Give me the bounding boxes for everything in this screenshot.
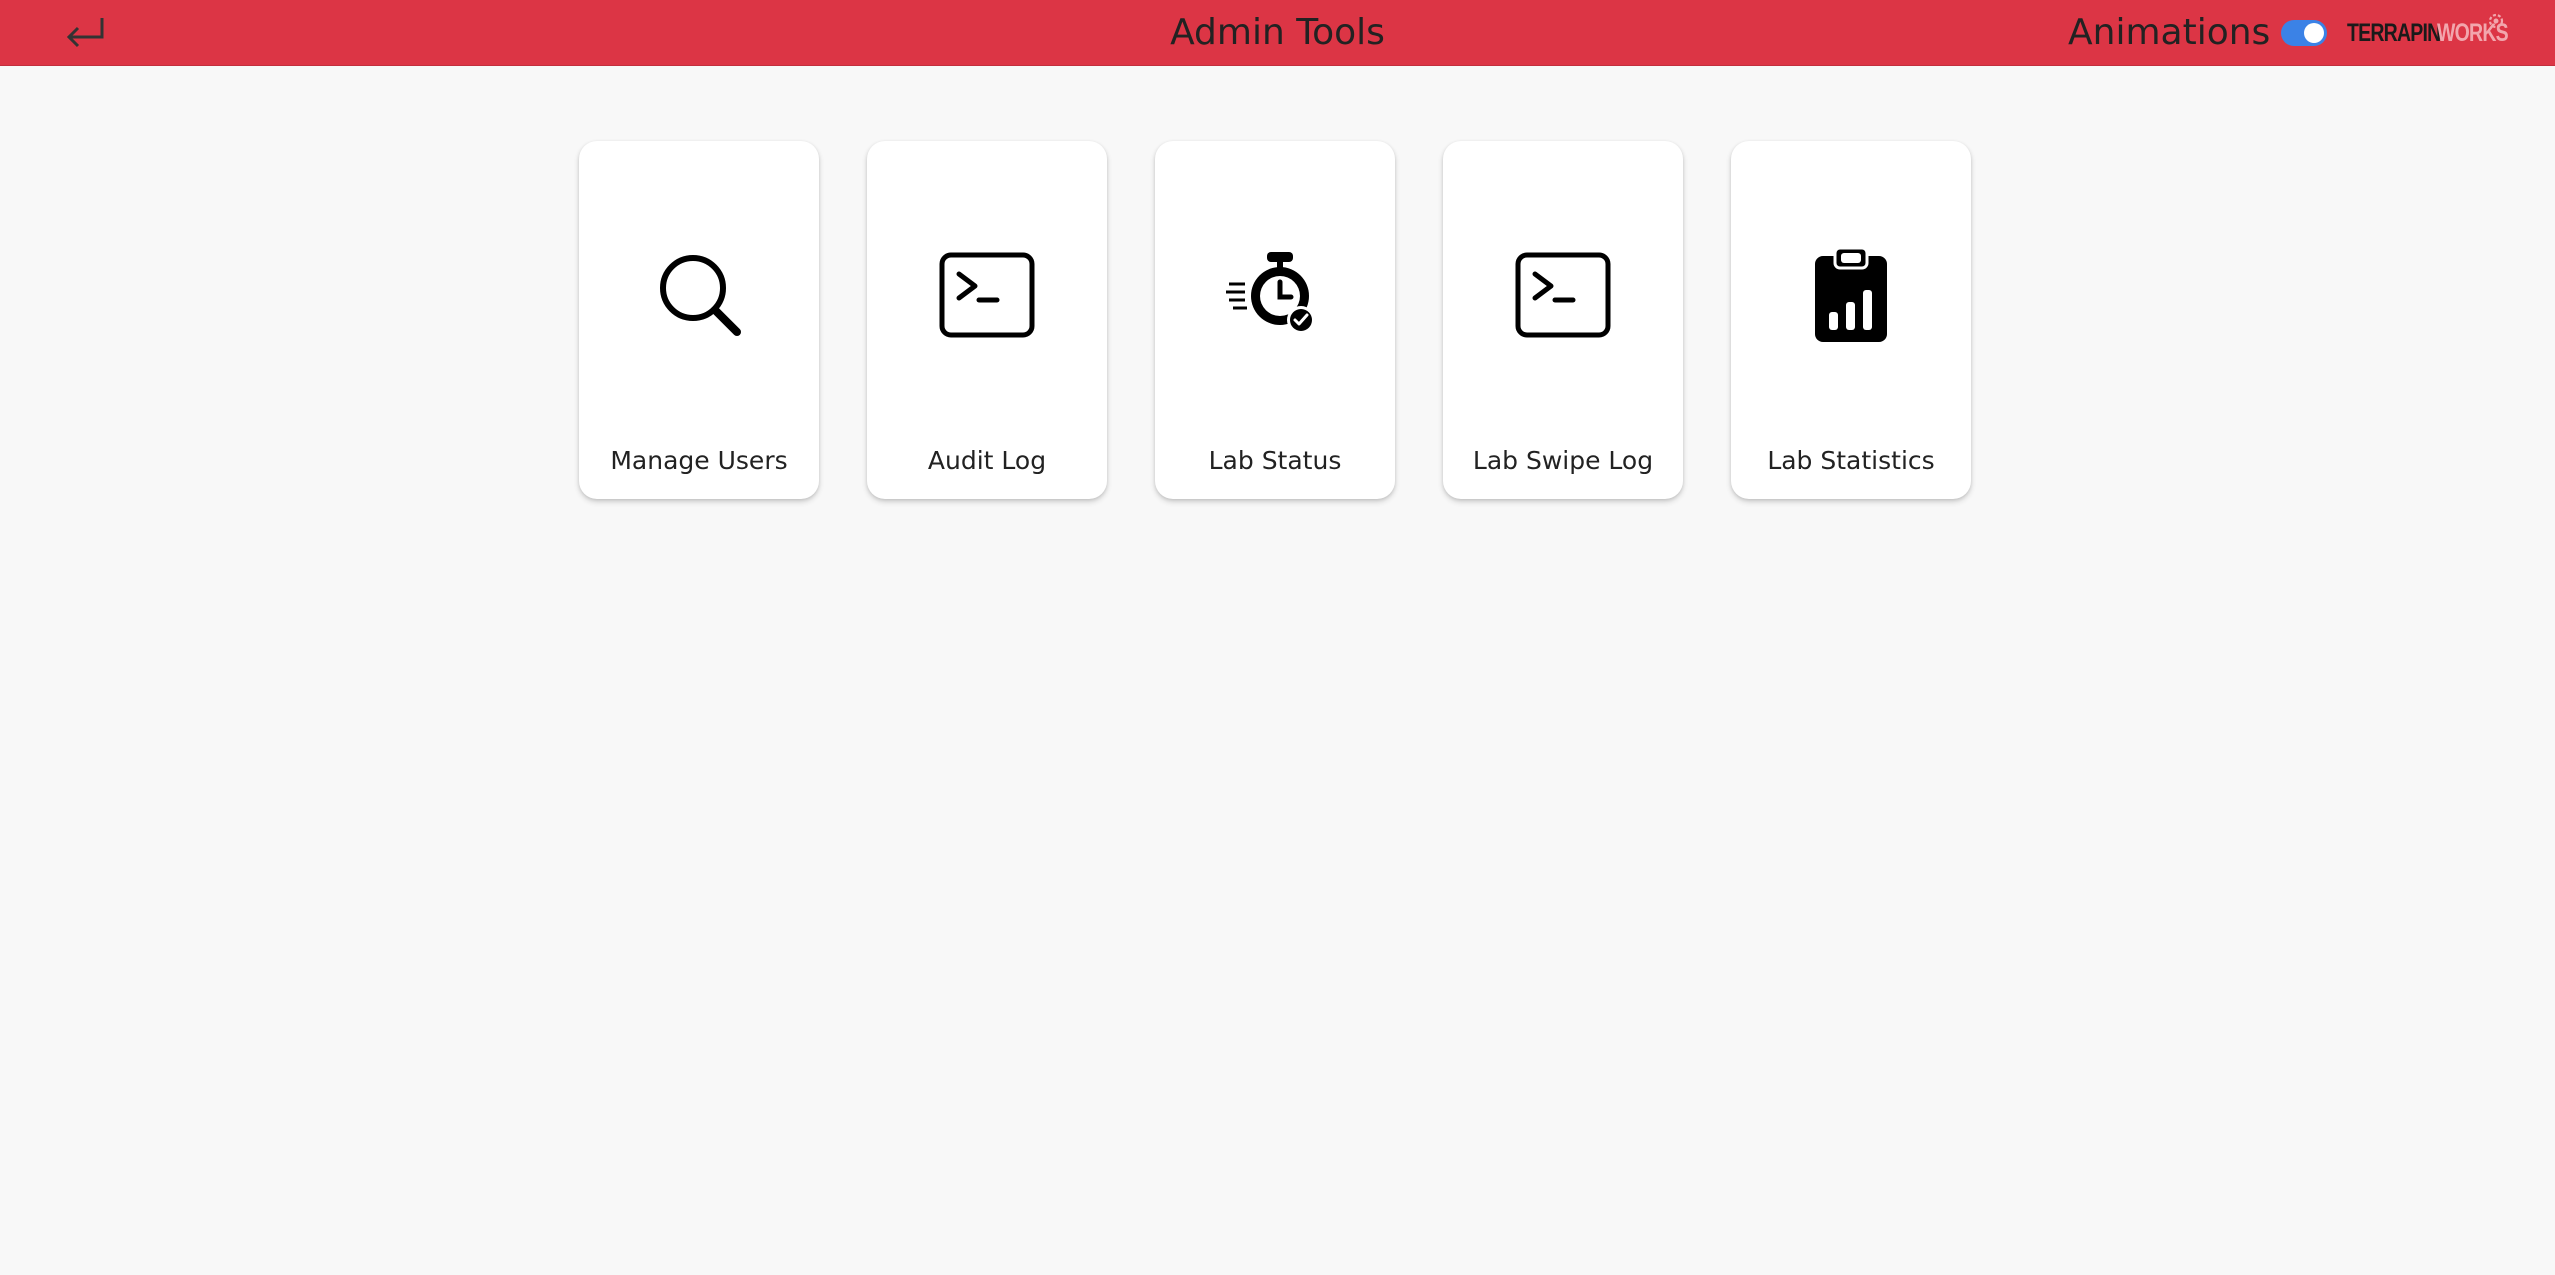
card-lab-statistics[interactable]: Lab Statistics — [1731, 141, 1971, 499]
top-bar: Admin Tools Animations TERRAPIN WORKS — [0, 0, 2555, 66]
logo-text-terrapin: TERRAPIN — [2347, 18, 2441, 47]
back-button[interactable] — [62, 10, 108, 56]
card-label: Lab Swipe Log — [1472, 446, 1654, 475]
card-lab-status[interactable]: Lab Status — [1155, 141, 1395, 499]
animations-label: Animations — [2068, 12, 2271, 53]
terrapinworks-logo: TERRAPIN WORKS — [2347, 8, 2517, 58]
stopwatch-check-icon — [1225, 246, 1325, 346]
card-audit-log[interactable]: Audit Log — [867, 141, 1107, 499]
card-lab-swipe-log[interactable]: Lab Swipe Log — [1443, 141, 1683, 499]
toggle-knob — [2304, 23, 2324, 43]
search-icon — [649, 246, 749, 346]
card-manage-users[interactable]: Manage Users — [579, 141, 819, 499]
return-arrow-icon — [66, 18, 104, 48]
card-label: Lab Status — [1208, 446, 1342, 475]
card-label: Audit Log — [927, 446, 1047, 475]
admin-tool-cards: Manage Users Audit Log Lab Status Lab Sw… — [579, 141, 1971, 499]
logo-gear-icon — [2488, 13, 2504, 29]
card-label: Lab Statistics — [1767, 446, 1935, 475]
terminal-icon — [1513, 246, 1613, 346]
clipboard-chart-icon — [1801, 246, 1901, 346]
animations-toggle[interactable] — [2281, 20, 2327, 46]
card-label: Manage Users — [610, 446, 788, 475]
terminal-icon — [937, 246, 1037, 346]
